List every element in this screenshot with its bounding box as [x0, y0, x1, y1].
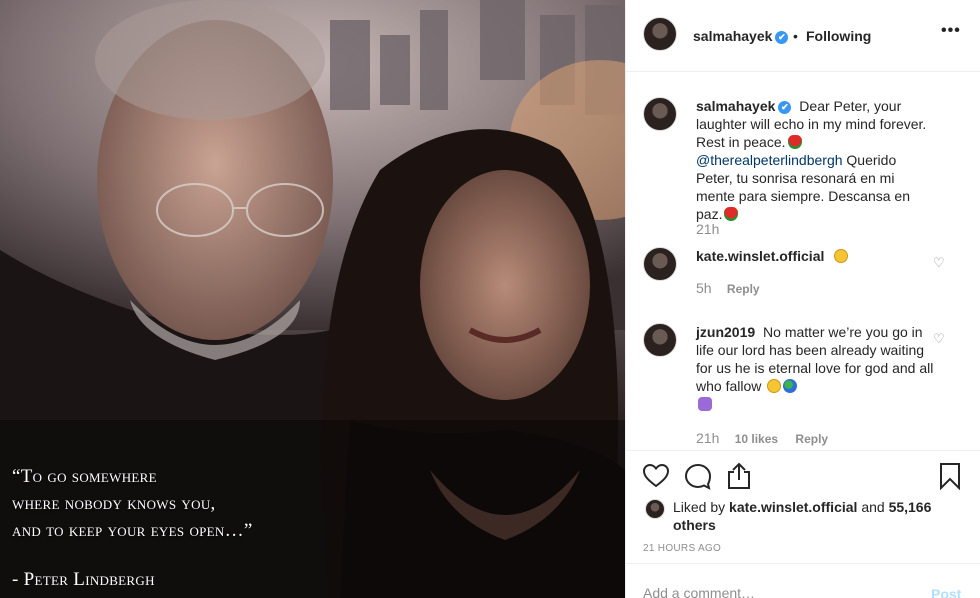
comment-like-heart-icon[interactable]: ♡: [933, 331, 945, 347]
post-comment-button[interactable]: Post: [931, 586, 961, 598]
comment-likes-count[interactable]: 10 likes: [735, 432, 778, 446]
post-photo[interactable]: “To go somewhere where nobody knows you,…: [0, 0, 625, 598]
like-heart-icon[interactable]: [642, 462, 670, 490]
comment-time[interactable]: 21h: [696, 430, 719, 446]
post-header: salmahayek ✔ • Following •••: [626, 0, 980, 72]
rose-emoji-icon: [787, 135, 802, 149]
comment-reply-button[interactable]: Reply: [727, 282, 760, 296]
post-side-panel: salmahayek ✔ • Following ••• salmahayek ✔ …: [625, 0, 980, 598]
more-options-icon[interactable]: •••: [941, 22, 961, 40]
verified-badge-icon: ✔: [778, 101, 792, 114]
comment-reply-button[interactable]: Reply: [795, 432, 828, 446]
author-avatar[interactable]: [643, 17, 677, 51]
liked-by-user-link[interactable]: kate.winslet.official: [729, 499, 857, 515]
quote-line: “To go somewhere: [12, 466, 157, 487]
caption-username-text[interactable]: salmahayek: [696, 98, 775, 114]
liked-by-summary: Liked by kate.winslet.official and 55,16…: [673, 498, 943, 534]
quote-line: and to keep your eyes open…”: [12, 520, 253, 541]
sad-face-emoji-icon: [834, 249, 849, 263]
share-icon[interactable]: [725, 462, 753, 490]
commenter-avatar[interactable]: [643, 323, 677, 357]
caption-username[interactable]: salmahayek ✔: [696, 98, 792, 114]
following-button[interactable]: Following: [806, 28, 871, 44]
caption-meta: 21h: [696, 221, 731, 237]
woman-face: [420, 170, 590, 400]
post-actions: Liked by kate.winslet.official and 55,16…: [626, 450, 980, 564]
comment-body: jzun2019 No matter we’re you go in life …: [696, 323, 936, 413]
liked-by-and: and: [861, 499, 885, 515]
comments-list[interactable]: salmahayek ✔ Dear Peter, your laughter wi…: [626, 72, 980, 450]
caption-mention-link[interactable]: @therealpeterlindbergh: [696, 152, 843, 168]
comment-username[interactable]: jzun2019: [696, 324, 755, 340]
commenter-avatar[interactable]: [643, 247, 677, 281]
rose-emoji-icon: [724, 207, 739, 221]
comment-meta: 5h Reply: [696, 280, 774, 296]
author-username[interactable]: salmahayek ✔: [693, 28, 789, 44]
add-comment-input[interactable]: [643, 585, 903, 598]
quote-line: where nobody knows you,: [12, 493, 216, 514]
comment-time[interactable]: 5h: [696, 280, 712, 296]
photo-quote: “To go somewhere where nobody knows you,…: [12, 463, 612, 544]
comment-meta: 21h 10 likes Reply: [696, 430, 842, 446]
comment-bubble-icon[interactable]: [684, 462, 712, 490]
caption-avatar[interactable]: [643, 97, 677, 131]
post-timestamp[interactable]: 21 hours ago: [643, 543, 721, 554]
add-comment-bar: Post: [626, 565, 980, 598]
liker-avatar[interactable]: [645, 499, 665, 519]
comment-like-heart-icon[interactable]: ♡: [933, 255, 945, 271]
caption-body: salmahayek ✔ Dear Peter, your laughter wi…: [696, 97, 936, 223]
globe-emoji-icon: [783, 379, 798, 393]
quote-attribution: - Peter Lindbergh: [12, 569, 155, 590]
verified-badge-icon: ✔: [775, 31, 789, 44]
purple-emoji-icon: [698, 397, 712, 411]
comment-username[interactable]: kate.winslet.official: [696, 248, 824, 264]
sad-face-emoji-icon: [767, 379, 782, 393]
comment-body: kate.winslet.official: [696, 247, 936, 265]
header-separator: •: [793, 28, 798, 44]
liked-by-prefix: Liked by: [673, 499, 726, 515]
author-username-text[interactable]: salmahayek: [693, 28, 772, 44]
save-bookmark-icon[interactable]: [936, 462, 964, 490]
caption-time[interactable]: 21h: [696, 221, 719, 237]
